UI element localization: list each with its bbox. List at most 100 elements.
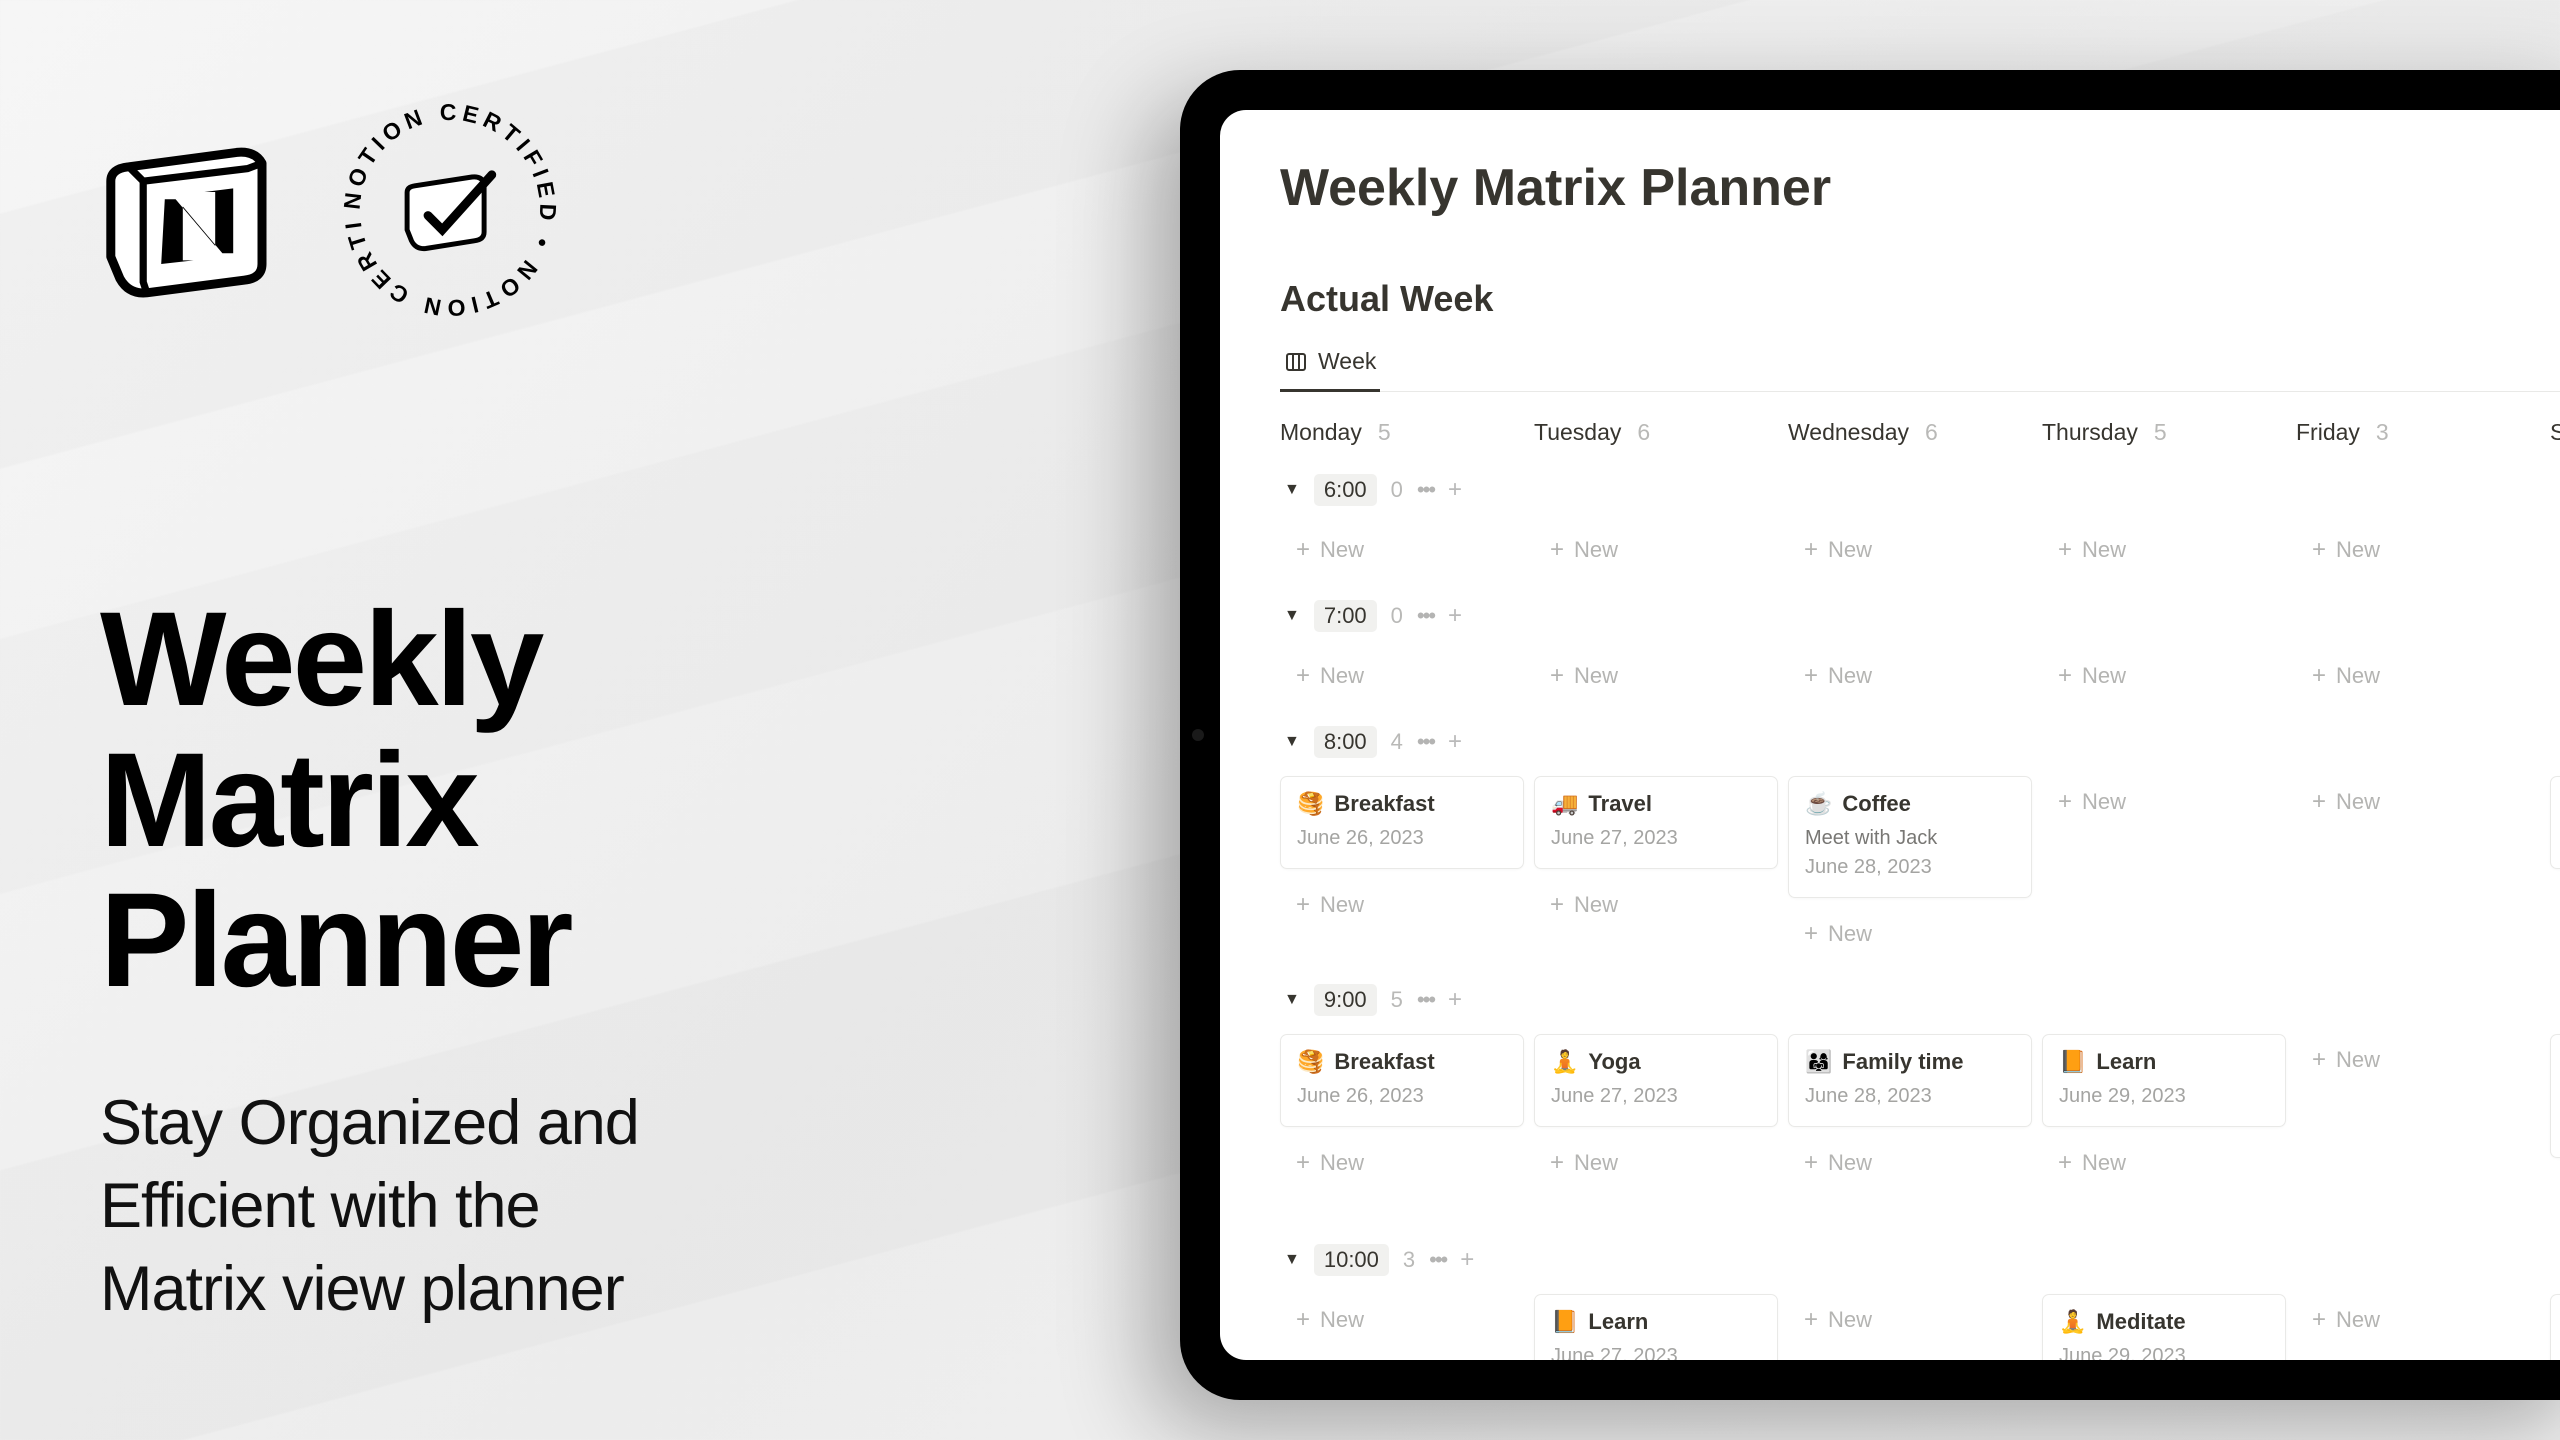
add-row-button[interactable]: + (1448, 602, 1462, 630)
more-icon[interactable]: ••• (1417, 987, 1434, 1013)
logos-row: NOTION CERTIFIED • NOTION CERTIFIED • (100, 100, 1100, 320)
new-task-button[interactable]: +New (2042, 776, 2286, 828)
hero-subtitle: Stay Organized and Efficient with the Ma… (100, 1082, 1100, 1331)
more-icon[interactable]: ••• (1417, 729, 1434, 755)
new-task-button[interactable]: +New (2042, 524, 2286, 576)
day-count: 6 (1925, 419, 1938, 446)
day-header[interactable]: Monday5 (1280, 419, 1524, 446)
new-task-button[interactable]: +New (1534, 879, 1778, 931)
new-task-button[interactable]: +New (2296, 776, 2540, 828)
day-header[interactable]: Thursday5 (2042, 419, 2286, 446)
task-title: Yoga (1588, 1049, 1640, 1075)
add-row-button[interactable]: + (1460, 1246, 1474, 1274)
task-title: Learn (2096, 1049, 2156, 1075)
task-date: June 27, 2023 (1551, 827, 1761, 850)
day-header[interactable]: Satu (2550, 419, 2560, 446)
new-task-button[interactable]: +New (1788, 524, 2032, 576)
new-task-button[interactable]: +Ne (2550, 650, 2560, 702)
new-task-button[interactable]: +Ne (2550, 879, 2560, 931)
task-icon: 👨‍👩‍👧 (1805, 1049, 1832, 1075)
collapse-icon[interactable]: ▼ (1284, 1251, 1300, 1269)
collapse-icon[interactable]: ▼ (1284, 607, 1300, 625)
task-card[interactable]: 👨‍👩‍👧Family timeJune 28, 2023 (1788, 1034, 2032, 1127)
new-label: New (1828, 663, 1872, 689)
new-task-button[interactable]: +New (1280, 524, 1524, 576)
add-row-button[interactable]: + (1448, 728, 1462, 756)
new-task-button[interactable]: +New (1280, 1137, 1524, 1189)
new-task-button[interactable]: +Ne (2550, 1168, 2560, 1220)
new-label: New (2082, 663, 2126, 689)
new-task-button[interactable]: +New (1280, 879, 1524, 931)
time-count: 5 (1391, 987, 1403, 1013)
time-row-header: ▼ 8:00 4 ••• + (1280, 712, 2560, 776)
task-card[interactable]: ☕CJuly (2550, 776, 2560, 869)
new-task-button[interactable]: +New (1280, 650, 1524, 702)
new-label: New (1574, 892, 1618, 918)
day-header[interactable]: Tuesday6 (1534, 419, 1778, 446)
new-task-button[interactable]: +New (2042, 650, 2286, 702)
day-name: Friday (2296, 419, 2360, 446)
new-task-button[interactable]: +New (2296, 1034, 2540, 1086)
task-card[interactable]: ☕CoffeeMeet with JackJune 28, 2023 (1788, 776, 2032, 898)
add-row-button[interactable]: + (1448, 986, 1462, 1014)
plus-icon: + (2058, 536, 2072, 564)
plus-icon: + (1804, 1306, 1818, 1334)
new-task-button[interactable]: +New (1788, 1137, 2032, 1189)
new-task-button[interactable]: + New (2296, 524, 2540, 576)
plus-icon: + (2312, 536, 2326, 564)
new-label: New (1828, 537, 1872, 563)
new-label: New (1320, 892, 1364, 918)
section-title: Actual Week (1280, 278, 2560, 320)
collapse-icon[interactable]: ▼ (1284, 991, 1300, 1009)
task-card[interactable]: 🧘MeditateJune 29, 2023 (2042, 1294, 2286, 1360)
day-header[interactable]: Friday3 (2296, 419, 2540, 446)
marketing-panel: NOTION CERTIFIED • NOTION CERTIFIED • We… (100, 100, 1100, 1332)
task-date: June 29, 2023 (2059, 1345, 2269, 1360)
more-icon[interactable]: ••• (1417, 477, 1434, 503)
task-date: June 28, 2023 (1805, 856, 2015, 879)
task-card[interactable]: 📙L📋 InJuly (2550, 1034, 2560, 1158)
task-card[interactable]: 📙LearnJune 27, 2023 (1534, 1294, 1778, 1360)
new-task-button[interactable]: +New (1788, 650, 2032, 702)
task-card[interactable]: 🚚TravelJune 27, 2023 (1534, 776, 1778, 869)
plus-icon: + (1550, 536, 1564, 564)
new-task-button[interactable]: +New (1788, 908, 2032, 960)
task-card[interactable]: 🥞BreakfastJune 26, 2023 (1280, 1034, 1524, 1127)
task-card[interactable]: 🥞BreakfastJune 26, 2023 (1280, 776, 1524, 869)
matrix-grid: ▼ 6:00 0 ••• ++New+New+New+New+New+Ne▼ 7… (1280, 460, 2560, 1360)
add-row-button[interactable]: + (1448, 476, 1462, 504)
new-task-button[interactable]: +New (1534, 1137, 1778, 1189)
new-task-button[interactable]: +New (2042, 1137, 2286, 1189)
new-label: New (2336, 1307, 2380, 1333)
task-card[interactable]: 🧘YogaJune 27, 2023 (1534, 1034, 1778, 1127)
new-task-button[interactable]: +New (2296, 650, 2540, 702)
more-icon[interactable]: ••• (1417, 603, 1434, 629)
task-title: Learn (1588, 1309, 1648, 1335)
task-title: Coffee (1842, 791, 1910, 817)
task-card[interactable]: 📙LearnJune 29, 2023 (2042, 1034, 2286, 1127)
collapse-icon[interactable]: ▼ (1284, 733, 1300, 751)
new-task-button[interactable]: +Ne (2550, 524, 2560, 576)
task-title: Family time (1842, 1049, 1963, 1075)
new-task-button[interactable]: +New (1534, 650, 1778, 702)
time-row-header: ▼ 6:00 0 ••• + (1280, 460, 2560, 524)
new-task-button[interactable]: +New (1534, 524, 1778, 576)
new-task-button[interactable]: + New (1788, 1294, 2032, 1346)
time-label: 7:00 (1314, 600, 1377, 632)
new-label: New (1320, 537, 1364, 563)
tab-week[interactable]: Week (1280, 348, 1380, 392)
plus-icon: + (2058, 1149, 2072, 1177)
collapse-icon[interactable]: ▼ (1284, 481, 1300, 499)
more-icon[interactable]: ••• (1429, 1247, 1446, 1273)
task-title: Breakfast (1334, 1049, 1434, 1075)
day-name: Tuesday (1534, 419, 1621, 446)
day-name: Satu (2550, 419, 2560, 446)
task-card[interactable]: 📙EJuly (2550, 1294, 2560, 1360)
task-date: June 26, 2023 (1297, 1085, 1507, 1108)
day-header[interactable]: Wednesday6 (1788, 419, 2032, 446)
new-label: New (1828, 1307, 1872, 1333)
new-task-button[interactable]: +New (1280, 1294, 1524, 1346)
new-label: New (2336, 789, 2380, 815)
new-label: New (2336, 537, 2380, 563)
new-task-button[interactable]: +New (2296, 1294, 2540, 1346)
